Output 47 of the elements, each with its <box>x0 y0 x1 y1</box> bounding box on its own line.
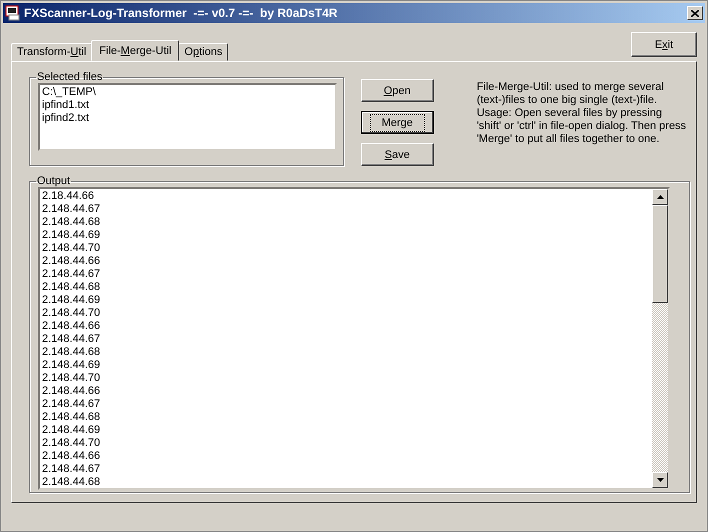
close-button[interactable] <box>687 6 703 20</box>
tab[interactable]: Transform-Util <box>11 43 92 61</box>
output-line: 2.148.44.68 <box>42 476 102 488</box>
up-arrow-icon <box>656 195 664 199</box>
output-line: 2.148.44.69 <box>42 424 102 437</box>
tab[interactable]: Options <box>178 43 228 61</box>
output-line: 2.148.44.69 <box>42 229 102 242</box>
scroll-up-button[interactable] <box>652 189 668 205</box>
scroll-thumb[interactable] <box>652 205 668 303</box>
output-line: 2.148.44.67 <box>42 333 102 346</box>
output-line: 2.148.44.67 <box>42 203 102 216</box>
output-line: 2.148.44.68 <box>42 411 102 424</box>
action-button[interactable]: Save <box>360 143 434 166</box>
output-line: 2.148.44.67 <box>42 463 102 476</box>
output-line: 2.148.44.66 <box>42 385 102 398</box>
output-line: 2.148.44.66 <box>42 450 102 463</box>
group-title: Output <box>36 175 72 187</box>
group-title: Selected files <box>36 71 104 83</box>
output-line: 2.148.44.68 <box>42 346 102 359</box>
output-line: 2.148.44.70 <box>42 242 102 255</box>
output-line: 2.148.44.69 <box>42 359 102 372</box>
exit-button[interactable]: Exit <box>631 32 697 57</box>
output-line: 2.148.44.69 <box>42 294 102 307</box>
tab[interactable]: File-Merge-Util <box>91 40 180 61</box>
file-item[interactable]: C:\_TEMP\ <box>42 86 333 99</box>
scroll-down-button[interactable] <box>652 472 668 488</box>
output-line: 2.148.44.68 <box>42 216 102 229</box>
output-line: 2.148.44.70 <box>42 372 102 385</box>
action-button[interactable]: Open <box>360 79 434 102</box>
output-line: 2.148.44.70 <box>42 307 102 320</box>
scrollbar[interactable] <box>652 189 668 488</box>
output-line: 2.148.44.67 <box>42 268 102 281</box>
output-line: 2.148.44.70 <box>42 437 102 450</box>
app-icon <box>5 5 21 21</box>
down-arrow-icon <box>656 478 664 482</box>
close-icon <box>691 10 699 16</box>
output-line: 2.148.44.66 <box>42 320 102 333</box>
window-title: FXScanner-Log-Transformer -=- v0.7 -=- by R0aDsT4R <box>24 6 338 20</box>
output-line: 2.148.44.67 <box>42 398 102 411</box>
description-text: File-Merge-Util: used to merge several (text-)files to one big single (text-)file. Usage: Open several files by pressing 'shift' or 'ctrl' in file-open dialog. Then press 'Merge' to put all files together to one. <box>476 81 688 147</box>
action-button[interactable]: Merge <box>360 111 434 134</box>
file-item[interactable]: ipfind1.txt <box>42 99 333 112</box>
file-item[interactable]: ipfind2.txt <box>42 112 333 125</box>
file-list[interactable]: C:\_TEMP\ ipfind1.txt ipfind2.txt <box>38 83 337 151</box>
output-line: 2.148.44.68 <box>42 281 102 294</box>
output-line: 2.18.44.66 <box>42 190 95 203</box>
output-line: 2.148.44.66 <box>42 255 102 268</box>
